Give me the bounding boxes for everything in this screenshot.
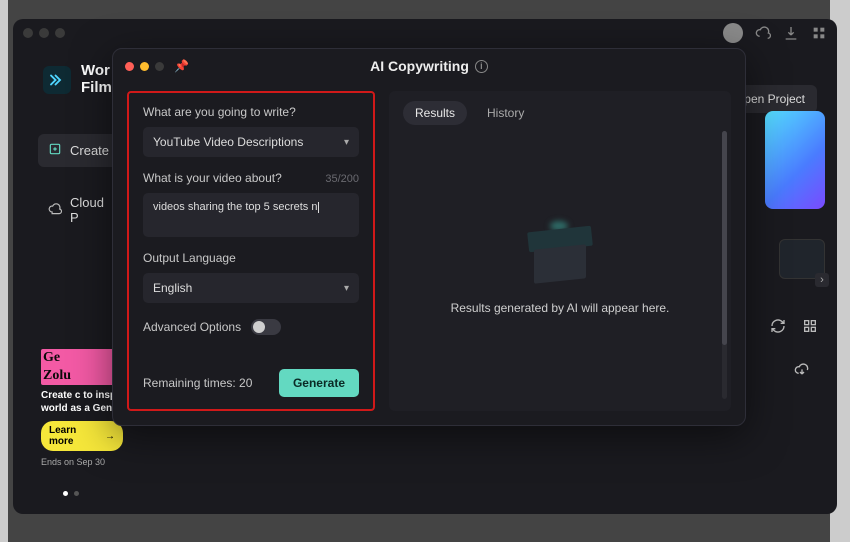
advanced-options-toggle[interactable] [251, 319, 281, 335]
about-textarea[interactable]: videos sharing the top 5 secrets n [143, 193, 359, 237]
grid-menu-icon[interactable] [811, 25, 827, 41]
advanced-options-label: Advanced Options [143, 320, 241, 334]
sidebar-cloud-label: Cloud P [70, 195, 113, 225]
chevron-down-icon: ▾ [344, 137, 349, 148]
results-empty-message: Results generated by AI will appear here… [451, 301, 670, 315]
cloud-icon [48, 202, 62, 219]
app-brand: Wor Film [43, 63, 112, 96]
promo-card[interactable]: GeZolu Create c to inspi world as a Gen … [41, 349, 123, 467]
plus-icon [48, 142, 62, 159]
main-traffic-lights[interactable] [23, 28, 65, 38]
tab-history[interactable]: History [475, 101, 536, 125]
write-type-value: YouTube Video Descriptions [153, 135, 303, 149]
modal-traffic-lights[interactable] [125, 62, 164, 71]
output-language-select[interactable]: English ▾ [143, 273, 359, 303]
empty-box-icon [520, 221, 600, 285]
sidebar-item-cloud[interactable]: Cloud P [38, 187, 123, 233]
write-type-label: What are you going to write? [143, 105, 359, 119]
carousel-dots[interactable] [63, 491, 79, 496]
chevron-right-icon[interactable]: › [815, 273, 829, 287]
app-logo-icon [43, 66, 71, 94]
results-panel: Results History Results generated by AI … [389, 91, 731, 411]
sidebar-item-create[interactable]: Create [38, 134, 123, 167]
about-value: videos sharing the top 5 secrets n [153, 201, 317, 213]
arrow-right-icon: → [105, 431, 115, 442]
avatar[interactable] [723, 23, 743, 43]
pin-icon[interactable]: 📌 [174, 59, 189, 73]
input-panel: What are you going to write? YouTube Vid… [127, 91, 375, 411]
output-language-value: English [153, 281, 192, 295]
generate-button[interactable]: Generate [279, 369, 359, 397]
scrollbar-thumb[interactable] [722, 131, 727, 345]
about-counter: 35/200 [325, 173, 359, 185]
brand-line1: Wor [81, 63, 112, 80]
brand-line2: Film [81, 80, 112, 97]
modal-title: AI Copywriting [370, 58, 469, 74]
scrollbar[interactable] [722, 131, 727, 399]
modal-titlebar: 📌 AI Copywriting i [113, 49, 745, 83]
write-type-select[interactable]: YouTube Video Descriptions ▾ [143, 127, 359, 157]
promo-logo: GeZolu [41, 349, 123, 385]
recent-project-thumbnail[interactable] [765, 111, 825, 209]
main-titlebar [13, 19, 837, 47]
tab-results[interactable]: Results [403, 101, 467, 125]
cloud-download-icon[interactable] [793, 361, 811, 379]
chevron-down-icon: ▾ [344, 283, 349, 294]
download-icon[interactable] [783, 25, 799, 41]
promo-text: Create c to inspi world as a Gen Z [41, 389, 123, 415]
promo-end-date: Ends on Sep 30 [41, 457, 123, 467]
sidebar-create-label: Create [70, 143, 109, 158]
about-label: What is your video about? [143, 171, 282, 185]
remaining-times: Remaining times: 20 [143, 376, 252, 390]
ai-copywriting-modal: 📌 AI Copywriting i What are you going to… [112, 48, 746, 426]
output-language-label: Output Language [143, 251, 359, 265]
promo-learn-button[interactable]: Learn more → [41, 421, 123, 451]
cloud-sync-icon[interactable] [755, 25, 771, 41]
grid-view-icon[interactable] [801, 317, 819, 335]
refresh-icon[interactable] [769, 317, 787, 335]
text-cursor [318, 202, 319, 213]
info-icon[interactable]: i [475, 60, 488, 73]
